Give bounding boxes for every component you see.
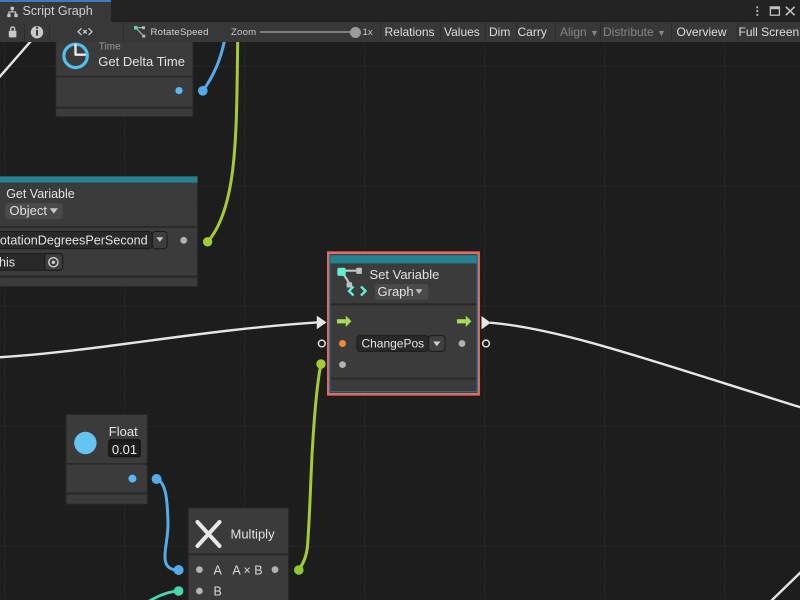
svg-text:RotationDegreesPerSecond: RotationDegreesPerSecond	[0, 234, 148, 248]
svg-text:This: This	[0, 256, 15, 270]
svg-text:Get Delta Time: Get Delta Time	[98, 54, 185, 69]
svg-text:A: A	[214, 563, 223, 577]
svg-text:0.01: 0.01	[112, 442, 137, 457]
svg-text:B: B	[214, 585, 222, 599]
svg-text:Multiply: Multiply	[231, 527, 276, 542]
svg-text:Object: Object	[9, 203, 47, 218]
svg-text:Graph: Graph	[378, 284, 414, 299]
svg-text:Get Variable: Get Variable	[6, 187, 75, 201]
svg-text:ChangePos: ChangePos	[361, 337, 424, 351]
svg-text:Time: Time	[99, 42, 121, 53]
svg-text:Set Variable: Set Variable	[370, 267, 440, 282]
svg-text:A × B: A × B	[232, 563, 262, 577]
svg-text:Float: Float	[109, 424, 138, 439]
